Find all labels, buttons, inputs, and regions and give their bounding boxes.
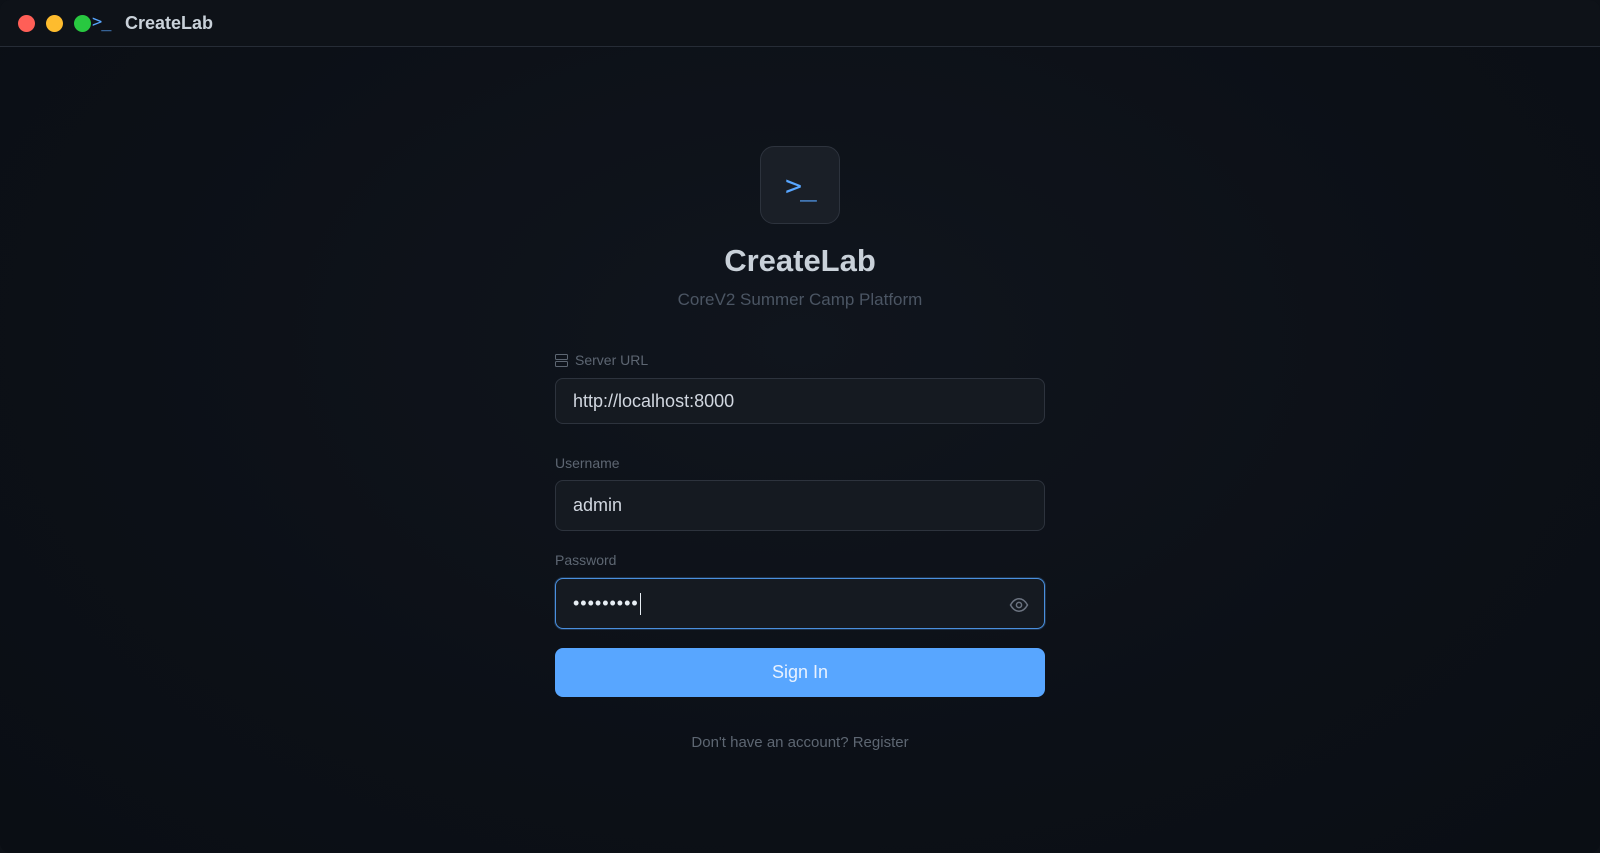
sign-in-button[interactable]: Sign In	[555, 648, 1045, 697]
password-label: Password	[555, 552, 617, 568]
close-window-button[interactable]	[18, 15, 35, 32]
text-caret	[639, 592, 641, 615]
terminal-prompt-icon: >_	[92, 12, 112, 32]
server-url-label: Server URL	[575, 352, 649, 368]
server-url-input[interactable]: http://localhost:8000	[555, 378, 1045, 424]
username-input[interactable]: admin	[555, 480, 1045, 531]
minimize-window-button[interactable]	[46, 15, 63, 32]
eye-icon[interactable]	[1009, 595, 1029, 615]
app-logo: >_	[760, 146, 840, 224]
maximize-window-button[interactable]	[74, 15, 91, 32]
password-input[interactable]: •••••••••	[555, 578, 1045, 629]
register-link[interactable]: Don't have an account? Register	[600, 734, 1000, 751]
title-bar: >_ CreateLab	[0, 0, 1600, 47]
app-subtitle: CoreV2 Summer Camp Platform	[677, 290, 923, 309]
terminal-prompt-icon: >_	[785, 168, 817, 202]
password-value: •••••••••	[573, 593, 639, 613]
server-icon	[555, 354, 568, 367]
server-url-value: http://localhost:8000	[573, 390, 735, 411]
window-title: CreateLab	[125, 13, 214, 33]
app-window: >_ CreateLab >_ CreateLab CoreV2 Summer …	[0, 0, 1600, 853]
username-value: admin	[573, 495, 623, 515]
app-name: CreateLab	[724, 243, 876, 278]
username-label: Username	[555, 455, 620, 471]
